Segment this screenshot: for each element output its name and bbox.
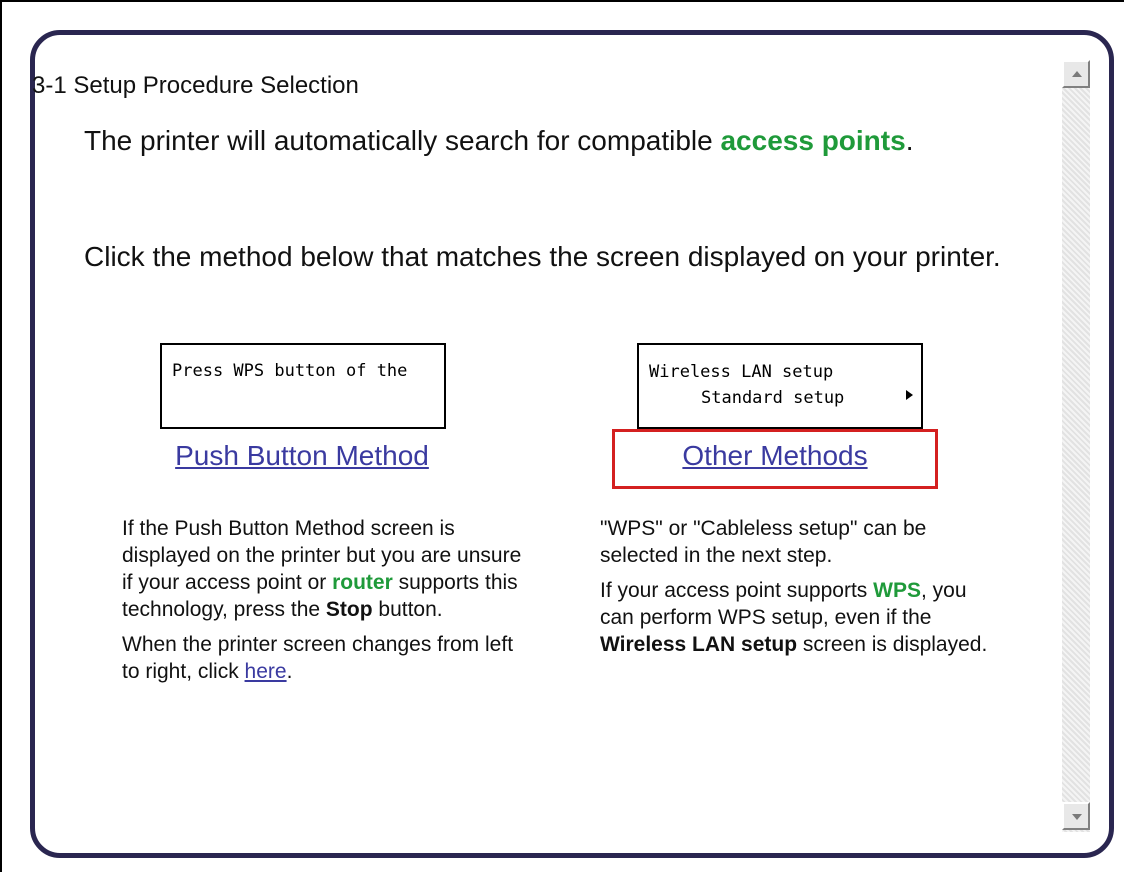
stop-button-term: Stop <box>325 598 373 621</box>
scroll-up-button[interactable] <box>1062 60 1090 88</box>
desc-text: . <box>286 660 293 683</box>
screen-preview-text: Press WPS button of the <box>172 361 408 381</box>
here-link[interactable]: here <box>245 660 287 683</box>
screen-line-1: Wireless LAN setup <box>649 362 834 382</box>
intro-text-part: The printer will automatically search fo… <box>84 125 721 156</box>
section-title: 3-1 Setup Procedure Selection <box>32 72 359 99</box>
desc-text: button. <box>372 598 443 621</box>
access-points-term: access points <box>720 125 906 156</box>
other-methods-screen-preview: Wireless LAN setup Standard setup <box>637 343 923 429</box>
desc-text: screen is displayed. <box>797 633 988 656</box>
router-term: router <box>332 571 393 594</box>
desc-text: If your access point supports <box>600 579 874 602</box>
desc-text: When the printer screen changes from lef… <box>122 633 514 683</box>
instruction-text: Click the method below that matches the … <box>84 241 1001 272</box>
right-triangle-icon <box>906 390 913 400</box>
vertical-scrollbar[interactable] <box>1062 60 1090 832</box>
push-button-desc-p2: When the printer screen changes from lef… <box>122 631 522 685</box>
wireless-lan-setup-term: Wireless LAN setup <box>600 633 798 656</box>
scroll-up-arrow-icon <box>1072 71 1082 77</box>
other-methods-desc-p2: If your access point supports WPS, you c… <box>600 577 1000 658</box>
intro-text: The printer will automatically search fo… <box>84 122 1014 159</box>
other-methods-description: "WPS" or "Cableless setup" can be select… <box>600 515 1000 666</box>
intro-period: . <box>905 125 914 156</box>
push-button-method-link[interactable]: Push Button Method <box>156 440 448 472</box>
other-methods-link[interactable]: Other Methods <box>612 440 938 472</box>
other-methods-desc-p1: "WPS" or "Cableless setup" can be select… <box>600 517 927 567</box>
push-button-screen-preview: Press WPS button of the <box>160 343 446 429</box>
screen-line-2: Standard setup <box>701 388 845 408</box>
push-button-description: If the Push Button Method screen is disp… <box>122 515 522 693</box>
scroll-down-button[interactable] <box>1062 802 1090 830</box>
push-button-desc-p1: If the Push Button Method screen is disp… <box>122 515 522 623</box>
wps-term: WPS <box>873 579 921 602</box>
scroll-down-arrow-icon <box>1072 814 1082 820</box>
